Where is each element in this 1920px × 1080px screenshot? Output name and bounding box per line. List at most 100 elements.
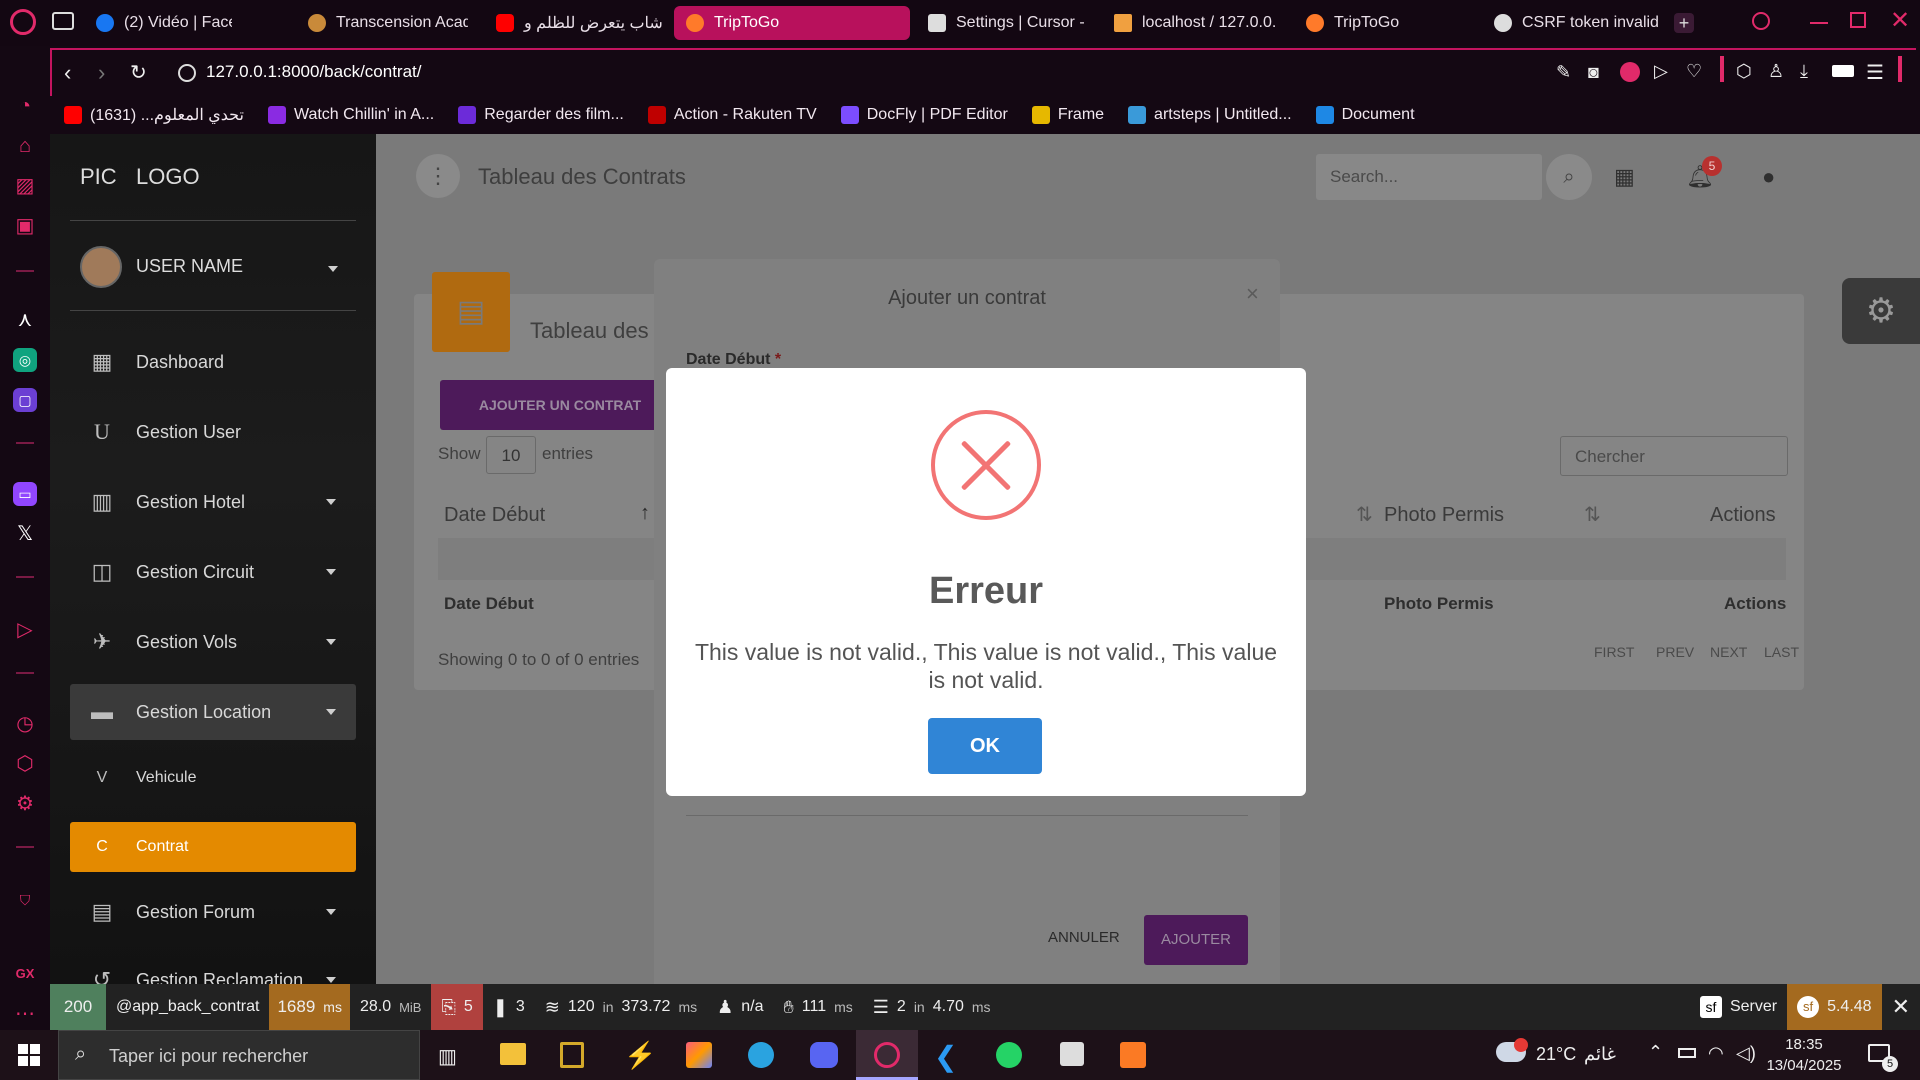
wifi-icon[interactable]: ◠ (1708, 1043, 1724, 1064)
cube-icon[interactable]: ⬡ (1736, 61, 1752, 82)
entries-select[interactable]: 10 (486, 436, 536, 474)
column-header-photo[interactable]: Photo Permis (1384, 504, 1504, 527)
battery-icon[interactable] (1678, 1048, 1696, 1058)
cancel-button[interactable]: ANNULER (1048, 929, 1120, 946)
site-info-icon[interactable] (178, 64, 196, 82)
submit-button[interactable]: AJOUTER (1144, 915, 1248, 965)
sidebar-item-circuit[interactable]: ◫ Gestion Circuit (70, 544, 356, 600)
maximize-icon[interactable] (1850, 12, 1866, 28)
sort-icon[interactable]: ⇅ (1356, 502, 1373, 527)
tab-cursor-settings[interactable]: Settings | Cursor - (916, 6, 1096, 40)
league-icon[interactable] (560, 1042, 584, 1068)
memory-usage[interactable]: 28.0 MiB (350, 984, 432, 1030)
opera-taskbar-button[interactable] (856, 1030, 918, 1080)
sort-icon[interactable]: ↑ (640, 502, 650, 525)
messenger-icon[interactable]: ▢ (13, 388, 37, 412)
sidebar-item-vehicule[interactable]: V Vehicule (70, 754, 356, 802)
bookmark-artsteps[interactable]: artsteps | Untitled... (1128, 106, 1292, 124)
profile-icon[interactable]: ♙ (1768, 61, 1784, 82)
close-window-icon[interactable]: ✕ (1890, 6, 1910, 35)
aria-icon[interactable]: ⋏ (13, 308, 37, 332)
sidebar-item-users[interactable]: U Gestion User (70, 404, 356, 460)
chevron-down-icon[interactable] (328, 266, 338, 272)
symfony-version[interactable]: sf 5.4.48 (1787, 984, 1882, 1030)
sidebar-item-contrat[interactable]: C Contrat (70, 822, 356, 872)
reload-icon[interactable]: ↻ (130, 60, 147, 85)
db-queries[interactable]: ☰ 2 in 4.70 ms (863, 984, 1001, 1030)
jetbrains-icon[interactable] (686, 1042, 712, 1068)
security-user[interactable]: ♟ n/a (707, 984, 773, 1030)
request-time[interactable]: 1689 ms (269, 984, 350, 1030)
clock-time[interactable]: 18:35 (1764, 1036, 1844, 1053)
temperature[interactable]: 21°C (1536, 1044, 1576, 1065)
download-icon[interactable]: ⤓ (1800, 61, 1808, 82)
error-count[interactable]: ⎘ 5 (431, 984, 483, 1030)
heart-icon[interactable]: ♡ (1686, 61, 1702, 82)
dashboard-icon[interactable]: ▦ (1614, 164, 1635, 190)
clock-date[interactable]: 13/04/2025 (1764, 1057, 1844, 1074)
twitch-icon[interactable]: ▭ (13, 482, 37, 506)
search-input[interactable]: Search... (1316, 154, 1542, 200)
forward-icon[interactable]: › (98, 60, 105, 86)
column-header-date[interactable]: Date Début (444, 504, 545, 527)
task-view-icon[interactable]: ▥ (438, 1044, 457, 1069)
bookmark-youtube[interactable]: تحدي المعلوم... (1631) (64, 105, 244, 125)
pager-first[interactable]: FIRST (1594, 644, 1634, 660)
whatsapp-icon[interactable] (996, 1042, 1022, 1068)
telegram-icon[interactable] (748, 1042, 774, 1068)
x-twitter-icon[interactable]: 𝕏 (13, 522, 37, 546)
table-search-input[interactable]: Chercher (1560, 436, 1788, 476)
tab-phpmyadmin[interactable]: localhost / 127.0.0. (1102, 6, 1288, 40)
search-button[interactable]: ⌕ (1546, 154, 1592, 200)
bookmark-frame[interactable]: Frame (1031, 106, 1104, 124)
sort-icon[interactable]: ⇅ (1584, 502, 1601, 527)
route-name[interactable]: @app_back_contrat (106, 984, 269, 1030)
close-icon[interactable]: × (1246, 281, 1259, 307)
sidebar-item-hotel[interactable]: ▥ Gestion Hotel (70, 474, 356, 530)
sidebar-item-forum[interactable]: ▤ Gestion Forum (70, 884, 356, 940)
tab-facebook[interactable]: (2) Vidéo | Facebook (84, 6, 232, 40)
bookmark-document[interactable]: Document (1315, 106, 1415, 124)
cpu-limiter-icon[interactable]: ▣ (13, 214, 37, 238)
add-contract-button[interactable]: AJOUTER UN CONTRAT (440, 380, 680, 430)
stripe-icon[interactable]: ▨ (13, 174, 37, 198)
tab-triptogo-active[interactable]: TripToGo (674, 6, 910, 40)
edit-icon[interactable]: ✎ (1556, 62, 1571, 83)
close-toolbar-icon[interactable]: ✕ (1882, 984, 1920, 1030)
url-text[interactable]: 127.0.0.1:8000/back/contrat/ (206, 62, 422, 82)
pager-prev[interactable]: PREV (1656, 644, 1694, 660)
search-tabs-icon[interactable] (1752, 12, 1770, 30)
volume-icon[interactable]: ◁) (1736, 1043, 1756, 1064)
history-icon[interactable]: ◷ (13, 712, 37, 736)
status-code-badge[interactable]: 200 (50, 984, 106, 1030)
pager-last[interactable]: LAST (1764, 644, 1799, 660)
more-icon[interactable]: ⋯ (13, 1002, 37, 1026)
sidebar-item-location[interactable]: ▬ Gestion Location (70, 684, 356, 740)
camera-icon[interactable]: ◙ (1588, 62, 1599, 83)
settings-gear-icon[interactable]: ⚙ (1842, 278, 1920, 344)
vscode-icon[interactable]: ❮ (934, 1040, 957, 1073)
flash-icon[interactable]: ⚡ (624, 1040, 656, 1071)
speed-dial-icon[interactable]: ◔ (13, 94, 37, 118)
bookmark-chillin[interactable]: Watch Chillin' in A... (267, 106, 434, 124)
bookmark-films[interactable]: Regarder des film... (458, 106, 624, 124)
twig-render[interactable]: ≋ 120 in 373.72 ms (535, 984, 707, 1030)
sidebar-item-vols[interactable]: ✈ Gestion Vols (70, 614, 356, 670)
settings-icon[interactable]: ⚙ (13, 792, 37, 816)
ublock-icon[interactable]: ⛉ (13, 888, 37, 912)
weather-condition[interactable]: غائم (1584, 1044, 1616, 1065)
file-explorer-icon[interactable] (500, 1043, 526, 1065)
menu-toggle-button[interactable]: ⋮ (416, 154, 460, 198)
ok-button[interactable]: OK (928, 718, 1042, 774)
taskbar-search[interactable]: ⌕ Taper ici pour rechercher (58, 1030, 420, 1080)
minimize-icon[interactable] (1810, 22, 1828, 24)
server-info[interactable]: sf Server (1690, 984, 1787, 1030)
bookmark-docfly[interactable]: DocFly | PDF Editor (840, 106, 1008, 124)
player-icon[interactable]: ▷ (13, 618, 37, 642)
opera-logo-icon[interactable] (10, 9, 36, 35)
extension-icon[interactable]: ⌂ (13, 134, 37, 158)
send-icon[interactable]: ▷ (1654, 61, 1668, 82)
user-name[interactable]: USER NAME (136, 256, 243, 277)
bookmark-rakuten[interactable]: Action - Rakuten TV (647, 106, 817, 124)
tab-islands-icon[interactable] (52, 12, 74, 30)
